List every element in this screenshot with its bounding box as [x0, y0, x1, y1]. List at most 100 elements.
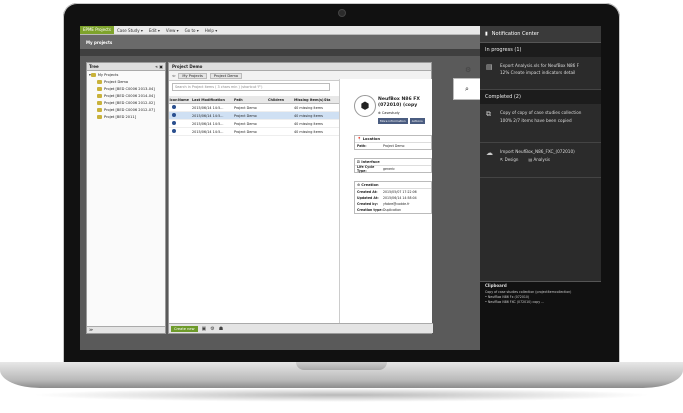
product-box-icon: ⬢ [354, 95, 376, 117]
column-header[interactable]: Path [234, 98, 268, 102]
item-icon [171, 113, 176, 117]
file-icon: ▤ [486, 63, 493, 71]
menu-goto[interactable]: Go to ▾ [182, 28, 202, 33]
tree-item[interactable]: Projet [BED 2011] [87, 113, 165, 120]
actions-button[interactable]: Actions [409, 118, 425, 124]
items-table: Icon Name Last Modification Path Childre… [169, 96, 339, 136]
clipboard-title: Clipboard [485, 283, 507, 288]
folder-icon [90, 72, 96, 77]
table-header: Icon Name Last Modification Path Childre… [169, 96, 339, 104]
creation-type-label: Creation type: [357, 208, 383, 212]
workspace-value: Casestudy [381, 111, 400, 115]
path-row: Path: Project Demo [355, 143, 431, 149]
pin-icon[interactable]: ▮ [485, 31, 488, 37]
interface-title: Interface [361, 160, 380, 164]
create-new-button[interactable]: Create new [171, 325, 198, 332]
import-line1: Import NeufBox_N86_FXC_(072010) [500, 149, 575, 154]
created-by-value: yfabre@codde.fr [383, 202, 410, 206]
cell-path: Project Demo [234, 105, 257, 110]
menu-help[interactable]: Help ▾ [202, 28, 220, 33]
analysis-link[interactable]: ▤ Analysis [528, 157, 550, 162]
lifecycle-label: Life Cycle Type: [357, 165, 375, 173]
cell-missing: 40 missing items [294, 129, 323, 134]
menu-case-study[interactable]: Case Study ▾ [114, 28, 146, 33]
base-notch [296, 362, 387, 370]
tree-title: Tree [89, 64, 99, 69]
created-at-value: 2015/05/07 17:22:06 [383, 190, 417, 194]
completed-header: Completed (2) [480, 90, 601, 104]
column-header[interactable]: Children [268, 98, 294, 102]
tree-item[interactable]: Projet [BED C0006 2014-04] [87, 92, 165, 99]
cell-path: Project Demo [234, 121, 257, 126]
creation-title: Creation [361, 183, 379, 187]
in-progress-header: In progress (1) [480, 43, 601, 57]
tree-item[interactable]: Projet [BED C0006 2012-07] [87, 106, 165, 113]
item-icon [171, 129, 176, 133]
design-link[interactable]: ⇱ Design [500, 157, 518, 162]
project-panel: Project Demo ⇦ My Projects Project Demo … [168, 62, 433, 334]
screen: EPME Projects Case Study ▾ Edit ▾ View ▾… [80, 26, 601, 350]
table-row[interactable]: 2015/06/14 14:5... Project Demo 40 missi… [169, 128, 339, 136]
tree-footer[interactable]: ≫ [87, 326, 165, 333]
laptop-base [0, 362, 683, 388]
header-divider [80, 49, 480, 56]
column-header[interactable]: Last Modification [192, 98, 234, 102]
more-information-button[interactable]: More information [378, 118, 408, 124]
tree-item[interactable]: Projet [BED C0006 2012-02] [87, 99, 165, 106]
cell-path: Project Demo [234, 113, 257, 118]
menu-edit[interactable]: Edit ▾ [146, 28, 163, 33]
creation-type-value: Duplication [383, 208, 402, 212]
back-icon[interactable]: ⇦ [172, 73, 175, 78]
base-shadow [30, 388, 653, 402]
created-at-label: Created At: [357, 190, 378, 194]
path-value: Project Demo [383, 144, 405, 148]
settings-icon[interactable]: ⚙ [465, 66, 477, 76]
tree-item-label: Projet [BED C0006 2014-04] [104, 93, 155, 98]
cell-date: 2015/06/14 14:5... [192, 129, 224, 134]
import-item[interactable]: ☁ Import NeufBox_N86_FXC_(072010) ⇱ Desi… [480, 143, 601, 178]
folder-icon [97, 93, 102, 98]
updated-at-label: Updated At: [357, 196, 379, 200]
path-label: Path: [357, 144, 367, 148]
location-section: 📍 Location Path: Project Demo [354, 135, 432, 150]
tree-item[interactable]: Projet [BED C0006 2013-04] [87, 85, 165, 92]
clipboard-line[interactable]: • NeufBox N86 FXC (072010) copy ... [480, 300, 601, 305]
tree-item-label: Projet [BED C0006 2012-07] [104, 107, 155, 112]
tree-item-root[interactable]: ▾ My Projects [87, 71, 165, 78]
table-row[interactable]: 2015/06/14 14:5... Project Demo 40 missi… [169, 120, 339, 128]
lifecycle-row: Life Cycle Type: generic [355, 165, 431, 173]
tree-item[interactable]: Project Demo [87, 78, 165, 85]
folder-icon[interactable]: ▣ [202, 326, 207, 332]
collapse-icon[interactable]: « ▣ [155, 64, 163, 69]
interface-section: ⊡ Interface Life Cycle Type: generic [354, 158, 432, 173]
tree-header: Tree « ▣ [87, 63, 165, 71]
column-header[interactable]: Missing Item(s) [294, 98, 324, 102]
users-icon[interactable]: ☗ [219, 326, 223, 332]
settings-icon[interactable]: ⚙ [210, 326, 214, 332]
tree-item-label: My Projects [97, 72, 119, 77]
column-header[interactable]: Sta [324, 98, 339, 102]
cell-missing: 40 missing items [294, 121, 323, 126]
crumb-project-demo[interactable]: Project Demo [209, 72, 243, 79]
search-icon[interactable]: ⌕ [453, 78, 481, 100]
crumb-my-projects[interactable]: My Projects [178, 72, 207, 79]
folder-icon [97, 114, 102, 119]
search-input[interactable]: Search in Project items ( 3 chars min ) … [172, 83, 330, 91]
table-row-selected[interactable]: 2015/06/14 14:5... Project Demo 40 missi… [169, 112, 339, 120]
copy-item[interactable]: ⧉ Copy of copy of case studies collectio… [480, 104, 601, 143]
table-row[interactable]: 2015/06/14 14:5... Project Demo 40 missi… [169, 104, 339, 112]
progress-line1: Export Analysis.xls for NeufBox N86 F [500, 63, 580, 68]
item-icon [171, 121, 176, 125]
progress-item[interactable]: ▤ Export Analysis.xls for NeufBox N86 F … [480, 57, 601, 90]
item-icon [171, 105, 176, 109]
location-header: 📍 Location [355, 136, 431, 143]
workspace-label: ⊗ Casestudy [378, 111, 400, 115]
menu-view[interactable]: View ▾ [163, 28, 182, 33]
column-header[interactable]: Name [178, 98, 192, 102]
creation-header: ⊙ Creation [355, 182, 431, 189]
app-button[interactable]: EPME Projects [80, 26, 114, 34]
column-header[interactable]: Icon [169, 98, 178, 102]
created-by-label: Created by: [357, 202, 378, 206]
notification-title: Notification Center [491, 31, 539, 37]
folder-icon [97, 79, 102, 84]
